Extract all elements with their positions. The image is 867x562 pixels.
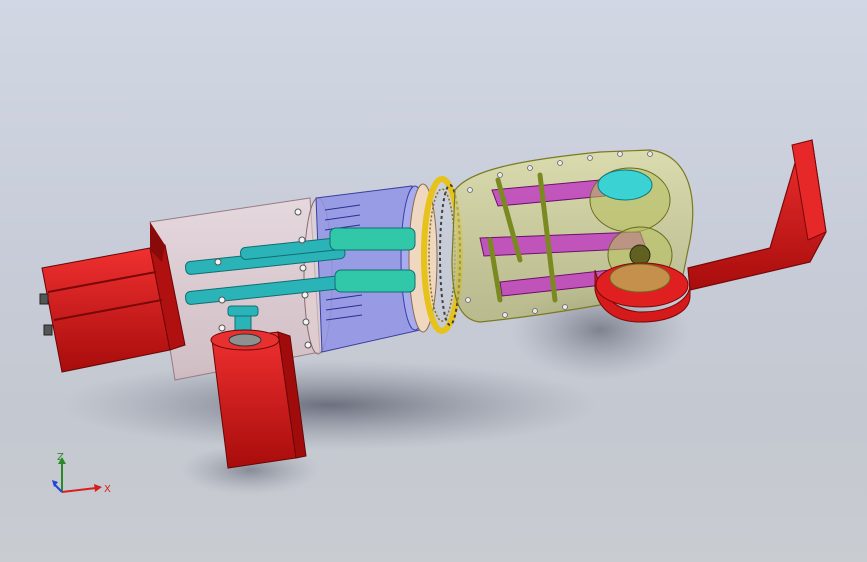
cad-graphics-area[interactable]: Z X xyxy=(0,0,867,562)
x-axis-icon xyxy=(61,487,97,493)
vertical-motor[interactable] xyxy=(210,329,307,469)
base-motor[interactable] xyxy=(39,222,186,373)
output-flange[interactable] xyxy=(594,262,691,323)
robot-arm-assembly-model[interactable] xyxy=(0,0,867,562)
x-axis-label: X xyxy=(104,484,111,495)
coordinate-triad: Z X xyxy=(52,452,111,495)
z-axis-label: Z xyxy=(57,452,64,463)
end-effector-bracket[interactable] xyxy=(687,139,827,291)
